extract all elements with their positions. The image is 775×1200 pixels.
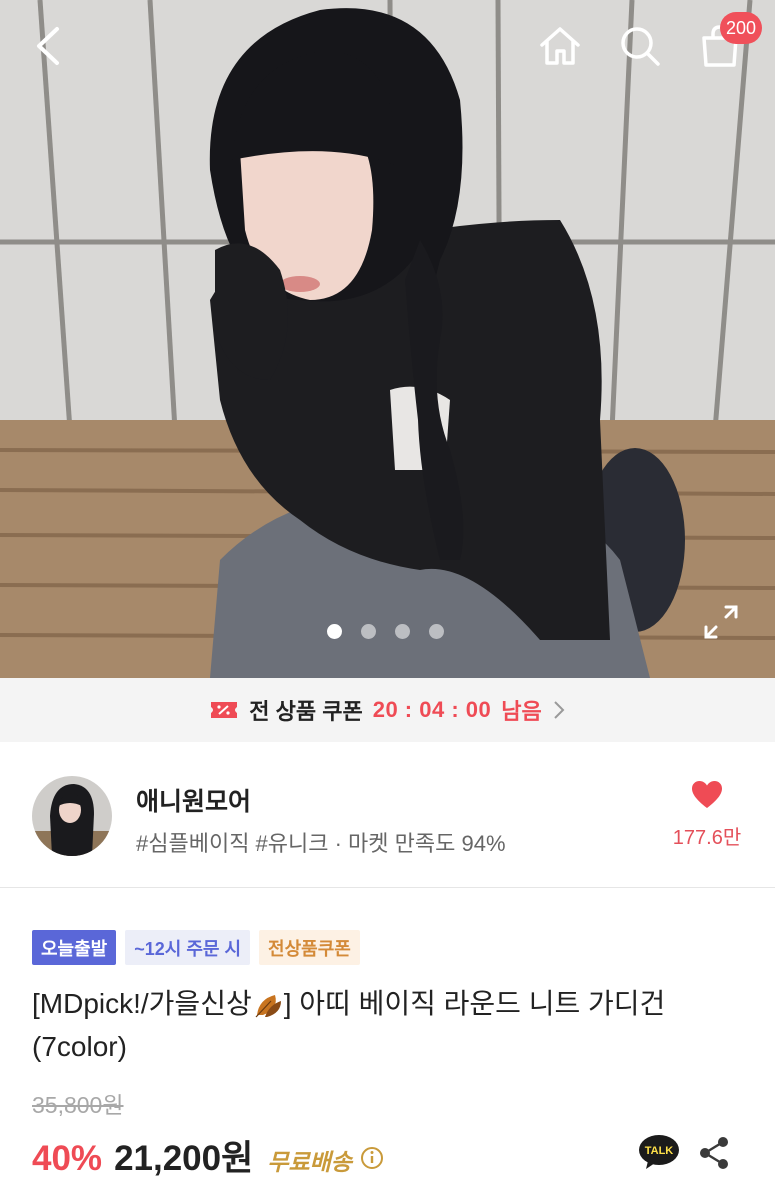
product-badges: 오늘출발 ~12시 주문 시 전상품쿠폰 [32,930,360,965]
like-count: 177.6만 [672,827,742,849]
chevron-right-icon [554,701,565,719]
discount-rate: 40% [32,1139,103,1178]
expand-icon[interactable] [700,601,742,643]
product-image-gallery[interactable]: 200 [0,0,775,678]
original-price: 35,800원 [32,1092,124,1118]
talk-bubble-icon: TALK [639,1135,679,1169]
shop-avatar[interactable] [32,776,112,856]
price-row: 40% 21,200원 무료배송 [32,1130,384,1181]
same-day-shipping-badge: 오늘출발 [32,930,117,965]
chevron-left-icon [37,27,59,65]
avatar-image [32,776,112,856]
coupon-countdown-bar[interactable]: 전 상품 쿠폰 20 : 04 : 00 남음 [0,678,775,742]
info-icon[interactable] [360,1146,384,1170]
order-deadline-badge: ~12시 주문 시 [125,930,251,965]
coupon-label: 전 상품 쿠폰 [249,699,363,724]
gallery-pagination[interactable] [327,624,444,639]
autumn-leaf-icon [255,995,281,1018]
like-button[interactable]: 177.6만 [662,780,752,850]
talk-chat-button[interactable]: TALK [638,1133,680,1171]
product-title: [MDpick!/가을신상 ] 아띠 베이직 라운드 니트 가디건 (7colo… [32,982,744,1068]
home-icon [540,27,580,65]
search-button[interactable] [612,18,668,74]
home-button[interactable] [532,18,588,74]
coupon-timer: 20 : 04 : 00 [372,697,492,722]
share-button[interactable] [696,1135,732,1171]
all-coupon-badge: 전상품쿠폰 [259,930,360,965]
shop-name[interactable]: 애니원모어 [136,782,251,818]
free-shipping-label: 무료배송 [267,1149,352,1175]
gallery-dot[interactable] [327,624,342,639]
gallery-dot[interactable] [429,624,444,639]
coupon-suffix: 남음 [501,699,542,724]
coupon-ticket-icon [211,702,238,718]
gallery-dot[interactable] [361,624,376,639]
cart-count-badge: 200 [720,12,763,44]
shop-tags: #심플베이직 #유니크 · 마켓 만족도 94% [136,831,506,856]
sale-price: 21,200원 [114,1139,254,1178]
shop-info: 애니원모어 #심플베이직 #유니크 · 마켓 만족도 94% 177.6만 [0,742,775,888]
gallery-dot[interactable] [395,624,410,639]
share-icon [700,1137,728,1169]
product-title-part1: [MDpick!/가을신상 [32,988,252,1019]
product-photo [0,0,775,678]
heart-icon [692,781,722,808]
back-button[interactable] [20,18,76,74]
search-icon [621,27,660,66]
talk-label: TALK [645,1145,674,1157]
